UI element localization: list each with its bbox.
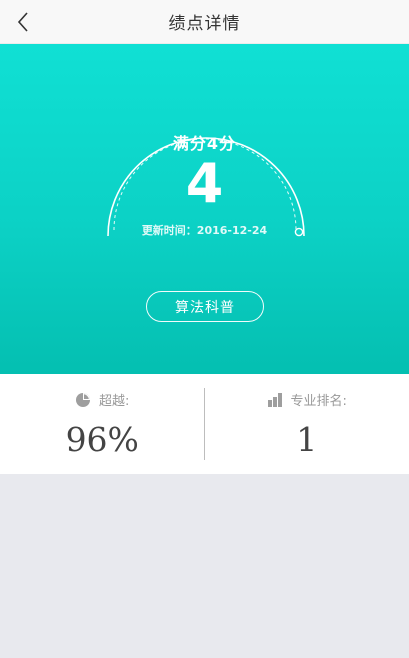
- page: 绩点详情 满分4分 4 更新时间：2016-12-24 算法科普 超越: 96%…: [0, 0, 409, 658]
- rank-label: 专业排名:: [290, 394, 347, 409]
- rank-stat: 专业排名: 1: [205, 374, 409, 474]
- surpass-stat: 超越: 96%: [0, 374, 205, 474]
- bar-chart-icon: [267, 392, 283, 408]
- gpa-hero: 满分4分 4 更新时间：2016-12-24 算法科普: [0, 44, 409, 374]
- rank-value: 1: [296, 420, 318, 459]
- nav-bar: 绩点详情: [0, 0, 409, 44]
- stats-panel: 超越: 96% 专业排名: 1: [0, 374, 409, 474]
- gpa-score: 4: [185, 152, 224, 215]
- back-button[interactable]: [8, 7, 38, 37]
- surpass-label: 超越:: [99, 394, 130, 409]
- surpass-value: 96%: [65, 420, 139, 459]
- full-score-label: 满分4分: [172, 134, 237, 153]
- algorithm-explainer-button[interactable]: 算法科普: [146, 291, 264, 322]
- page-title: 绩点详情: [168, 14, 241, 34]
- update-time: 更新时间：2016-12-24: [141, 224, 268, 237]
- chevron-left-icon: [17, 12, 28, 32]
- pie-chart-icon: [75, 392, 91, 408]
